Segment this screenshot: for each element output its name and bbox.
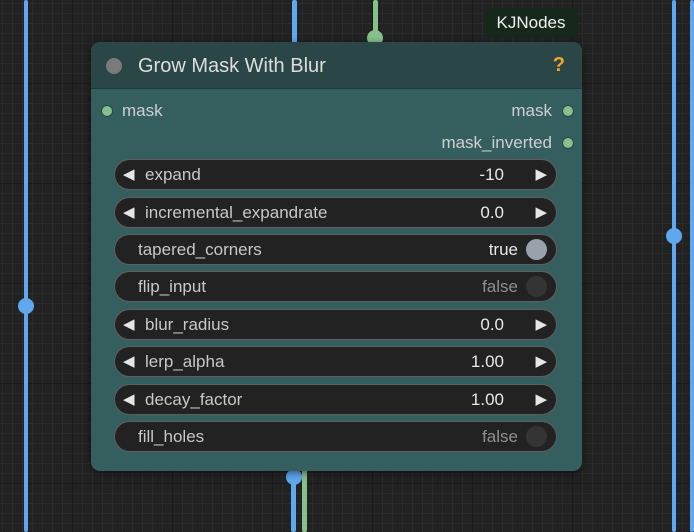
node-title: Grow Mask With Blur — [138, 55, 326, 77]
widget-label: expand — [145, 165, 201, 184]
widget-value[interactable]: 0.0 — [480, 203, 504, 223]
mask-wire-right[interactable] — [672, 0, 676, 532]
node-pack-badge: KJNodes — [484, 8, 578, 38]
decay-factor-widget[interactable]: ◀ decay_factor 1.00 ▶ — [114, 384, 557, 415]
triangle-right-icon[interactable]: ▶ — [535, 165, 547, 185]
widget-value: false — [482, 427, 518, 446]
lerp-alpha-widget[interactable]: ◀ lerp_alpha 1.00 ▶ — [114, 346, 557, 377]
widget-label: fill_holes — [138, 427, 205, 446]
mask-inverted-output-label: mask_inverted — [441, 133, 552, 152]
mask-output-slot[interactable] — [562, 105, 574, 117]
reroute-dot-left[interactable] — [18, 298, 34, 314]
grow-mask-with-blur-node[interactable]: Grow Mask With Blur ? mask mask mask_inv… — [91, 42, 582, 471]
mask-wire-bottom-dot[interactable] — [286, 469, 302, 485]
image-wire-bottom[interactable] — [302, 466, 307, 532]
widget-value[interactable]: 1.00 — [471, 390, 504, 410]
tapered-corners-toggle[interactable]: tapered_corners true — [114, 234, 557, 265]
incremental-expandrate-widget[interactable]: ◀ incremental_expandrate 0.0 ▶ — [114, 197, 557, 228]
blur-radius-widget[interactable]: ◀ blur_radius 0.0 ▶ — [114, 309, 557, 340]
toggle-knob-on-icon[interactable] — [526, 239, 547, 260]
mask-inverted-output-slot[interactable] — [562, 137, 574, 149]
collapse-dot-icon[interactable] — [106, 58, 122, 74]
mask-wire-far-right[interactable] — [690, 0, 694, 532]
widget-value[interactable]: 1.00 — [471, 352, 504, 372]
triangle-left-icon[interactable]: ◀ — [123, 165, 135, 185]
widget-value: false — [482, 277, 518, 296]
expand-widget[interactable]: ◀ expand -10 ▶ — [114, 159, 557, 190]
triangle-left-icon[interactable]: ◀ — [123, 352, 135, 372]
widget-label: incremental_expandrate — [145, 203, 328, 222]
widget-label: blur_radius — [145, 315, 230, 334]
mask-wire-top[interactable] — [292, 0, 297, 48]
widget-label: decay_factor — [145, 390, 243, 409]
widget-label: lerp_alpha — [145, 352, 225, 371]
triangle-left-icon[interactable]: ◀ — [123, 390, 135, 410]
triangle-left-icon[interactable]: ◀ — [123, 203, 135, 223]
widget-value: true — [488, 240, 518, 259]
triangle-right-icon[interactable]: ▶ — [535, 203, 547, 223]
triangle-right-icon[interactable]: ▶ — [535, 315, 547, 335]
widget-value[interactable]: -10 — [479, 165, 504, 185]
mask-input-slot[interactable] — [101, 105, 113, 117]
mask-output-label: mask — [511, 101, 552, 120]
question-mark-icon[interactable]: ? — [553, 53, 565, 77]
widget-label: tapered_corners — [138, 240, 262, 259]
triangle-right-icon[interactable]: ▶ — [535, 390, 547, 410]
triangle-left-icon[interactable]: ◀ — [123, 315, 135, 335]
fill-holes-toggle[interactable]: fill_holes false — [114, 421, 557, 452]
mask-input-label: mask — [122, 101, 163, 120]
widget-label: flip_input — [138, 277, 207, 296]
reroute-dot-right[interactable] — [666, 228, 682, 244]
node-header[interactable]: Grow Mask With Blur ? — [91, 42, 582, 89]
triangle-right-icon[interactable]: ▶ — [535, 352, 547, 372]
toggle-knob-off-icon[interactable] — [526, 426, 547, 447]
flip-input-toggle[interactable]: flip_input false — [114, 271, 557, 302]
mask-wire-left[interactable] — [24, 0, 28, 532]
toggle-knob-off-icon[interactable] — [526, 276, 547, 297]
widget-value[interactable]: 0.0 — [480, 315, 504, 335]
